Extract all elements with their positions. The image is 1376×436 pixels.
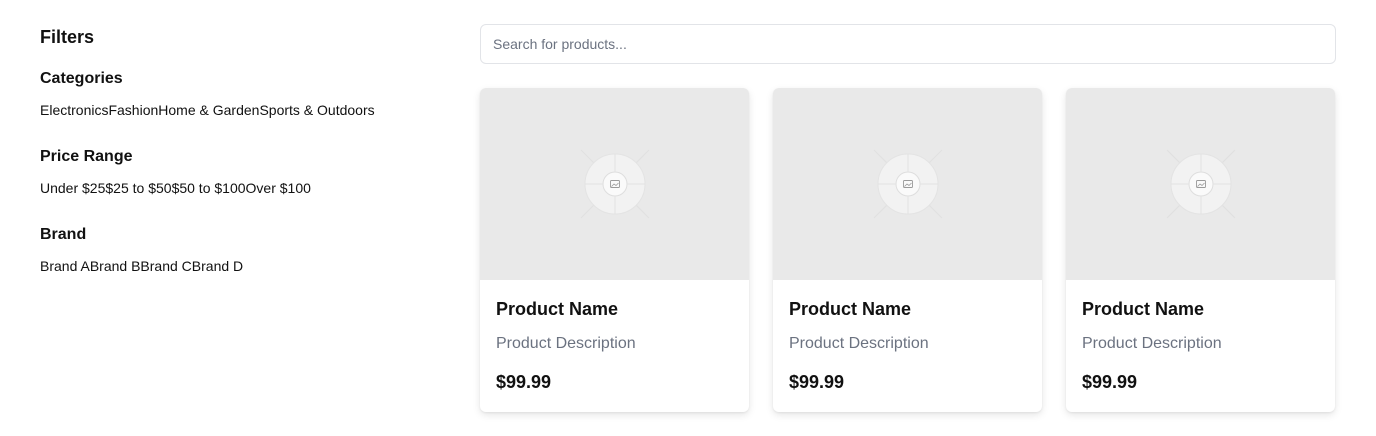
filter-group-title: Brand [40, 226, 87, 243]
product-listing-page: Filters Categories ElectronicsFashionHom… [0, 0, 1376, 436]
filter-group-price-range: Price Range Under $25$25 to $50$50 to $1… [40, 147, 440, 198]
product-price: $99.99 [496, 372, 552, 392]
product-name: Product Name [789, 299, 912, 319]
product-card[interactable]: Product Name Product Description $99.99 [1066, 88, 1335, 412]
search-input[interactable] [480, 24, 1336, 64]
image-placeholder-icon [580, 149, 649, 219]
product-description: Product Description [1082, 335, 1222, 352]
filter-option-brand-a[interactable]: Brand A [40, 258, 90, 274]
product-name: Product Name [496, 299, 619, 319]
image-placeholder-icon [1166, 149, 1235, 219]
product-image [773, 88, 1042, 280]
filter-option-25-to-50[interactable]: $25 to $50 [105, 180, 171, 196]
filter-option-brand-b[interactable]: Brand B [90, 258, 141, 274]
filter-option-50-to-100[interactable]: $50 to $100 [172, 180, 246, 196]
filter-option-home-garden[interactable]: Home & Garden [158, 102, 259, 118]
product-description: Product Description [789, 335, 929, 352]
product-image [480, 88, 749, 280]
product-price: $99.99 [789, 372, 845, 392]
product-card[interactable]: Product Name Product Description $99.99 [773, 88, 1042, 412]
product-info: Product Name Product Description $99.99 [1066, 280, 1335, 393]
filter-option-fashion[interactable]: Fashion [108, 102, 158, 118]
product-image [1066, 88, 1335, 280]
product-grid: Product Name Product Description $99.99 [480, 88, 1336, 412]
product-price: $99.99 [1082, 372, 1138, 392]
filter-group-title: Categories [40, 70, 123, 87]
product-name: Product Name [1082, 299, 1205, 319]
product-info: Product Name Product Description $99.99 [480, 280, 749, 393]
filter-option-electronics[interactable]: Electronics [40, 102, 108, 118]
filter-group-title: Price Range [40, 148, 133, 165]
filters-sidebar: Filters Categories ElectronicsFashionHom… [40, 26, 440, 276]
filter-option-sports-outdoors[interactable]: Sports & Outdoors [259, 102, 374, 118]
filter-options: ElectronicsFashionHome & GardenSports & … [40, 100, 440, 120]
filter-option-over-100[interactable]: Over $100 [246, 180, 311, 196]
product-description: Product Description [496, 335, 636, 352]
product-info: Product Name Product Description $99.99 [773, 280, 1042, 393]
main-content: Product Name Product Description $99.99 [480, 24, 1336, 412]
filter-group-brand: Brand Brand ABrand BBrand CBrand D [40, 225, 440, 276]
filter-group-categories: Categories ElectronicsFashionHome & Gard… [40, 69, 440, 120]
filter-options: Under $25$25 to $50$50 to $100Over $100 [40, 178, 440, 198]
filter-option-under-25[interactable]: Under $25 [40, 180, 105, 196]
filters-title: Filters [40, 27, 95, 47]
filter-options: Brand ABrand BBrand CBrand D [40, 256, 440, 276]
product-card[interactable]: Product Name Product Description $99.99 [480, 88, 749, 412]
image-placeholder-icon [873, 149, 942, 219]
filter-option-brand-c[interactable]: Brand C [140, 258, 191, 274]
filter-option-brand-d[interactable]: Brand D [192, 258, 243, 274]
